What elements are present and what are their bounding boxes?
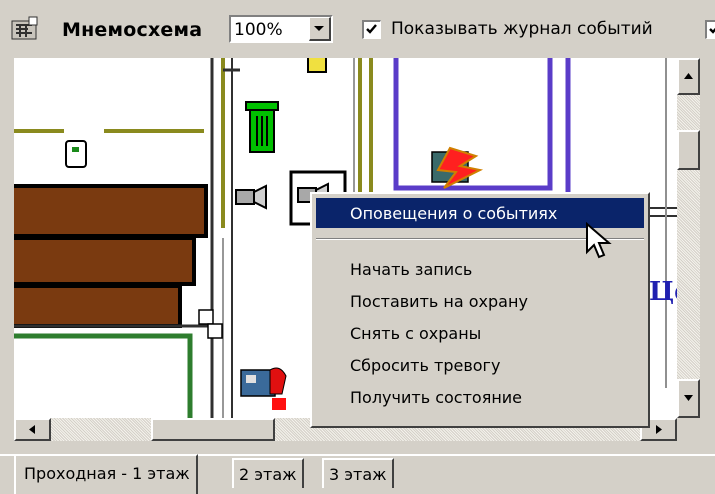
tab-floor-2[interactable]: 2 этаж — [232, 458, 304, 488]
tab-floor-1[interactable]: Проходная - 1 этаж — [14, 454, 198, 494]
arrow-up-icon — [684, 73, 693, 79]
menu-item-arm[interactable]: Поставить на охрану — [316, 286, 644, 316]
sensor-icon[interactable] — [65, 140, 87, 168]
alarm-hand-icon[interactable] — [240, 367, 287, 410]
room-label-partial: Це — [649, 277, 677, 307]
scroll-up-button[interactable] — [677, 58, 700, 95]
zoom-select[interactable]: 100% — [229, 15, 333, 43]
trash-icon[interactable] — [245, 101, 279, 153]
arrow-left-icon — [29, 425, 35, 434]
toolbar: Мнемосхема 100% Показывать журнал событи… — [0, 0, 715, 58]
tab-floor-3[interactable]: 3 этаж — [322, 458, 394, 488]
app-icon — [10, 15, 40, 45]
menu-item-reset-alarm[interactable]: Сбросить тревогу — [316, 350, 644, 380]
scroll-left-button[interactable] — [14, 418, 51, 441]
check-icon — [709, 27, 715, 34]
camera-icon[interactable] — [235, 184, 267, 210]
zoom-value: 100% — [234, 20, 283, 40]
vertical-scrollbar[interactable] — [677, 58, 700, 418]
zoom-dropdown-button[interactable] — [309, 17, 331, 41]
vertical-scroll-thumb[interactable] — [677, 130, 700, 170]
chevron-down-icon — [314, 26, 324, 31]
alarm-icon[interactable] — [431, 146, 484, 189]
scroll-down-button[interactable] — [677, 379, 700, 418]
horizontal-scroll-thumb[interactable] — [151, 418, 275, 441]
pointer-cursor-icon — [585, 221, 615, 262]
check-icon — [366, 24, 377, 34]
show-journal-checkbox[interactable] — [362, 20, 381, 39]
arrow-down-icon — [684, 395, 693, 401]
extra-checkbox[interactable] — [705, 20, 715, 39]
show-journal-label: Показывать журнал событий — [391, 19, 653, 39]
menu-item-disarm[interactable]: Снять с охраны — [316, 318, 644, 348]
scroll-corner — [677, 418, 700, 441]
menu-item-get-status[interactable]: Получить состояние — [316, 382, 644, 412]
page-title: Мнемосхема — [62, 19, 203, 41]
